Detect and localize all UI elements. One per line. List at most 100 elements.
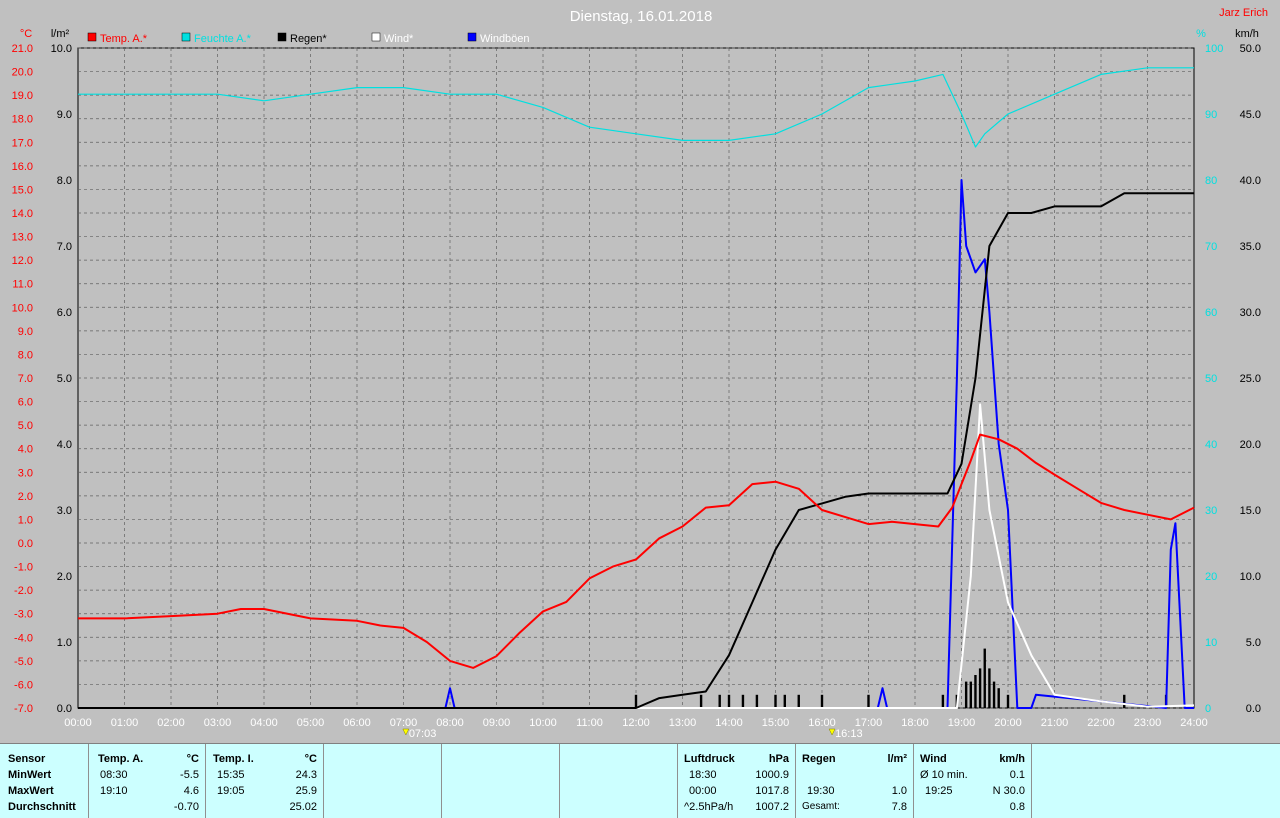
legend-swatch xyxy=(181,32,191,42)
temp-a-max-value: 4.6 xyxy=(183,785,199,797)
wind-tick-label: 10.0 xyxy=(1240,571,1261,583)
temp-i-max-value: 25.9 xyxy=(295,785,317,797)
pressure-trend-label: ^2.5hPa/h xyxy=(684,801,734,813)
humidity-tick-label: 50 xyxy=(1205,373,1217,385)
wind-tick-label: 45.0 xyxy=(1240,109,1261,121)
temp-tick-label: 19.0 xyxy=(12,90,33,102)
unit-pressure: hPa xyxy=(768,753,789,765)
header-temp-a: Temp. A. xyxy=(98,753,144,765)
time-tick-label: 16:00 xyxy=(808,717,836,729)
time-tick-label: 12:00 xyxy=(622,717,650,729)
temp-tick-label: 11.0 xyxy=(12,279,33,291)
pressure-max-time: 00:00 xyxy=(689,785,717,797)
unit-wind: km/h xyxy=(999,753,1025,765)
col-temp-i: Temp. I. °C 15:35 24.3 19:05 25.9 25.02 xyxy=(206,744,324,818)
pressure-min-value: 1000.9 xyxy=(755,769,789,781)
rain-bar xyxy=(1123,694,1126,708)
temp-tick-label: -1.0 xyxy=(14,562,33,574)
row-label-max: MaxWert xyxy=(8,785,54,797)
time-tick-label: 03:00 xyxy=(204,717,232,729)
time-tick-label: 05:00 xyxy=(297,717,325,729)
temp-tick-label: 10.0 xyxy=(12,302,33,314)
rain-bar xyxy=(783,694,786,708)
author-label: Jarz Erich xyxy=(1219,7,1268,19)
rain-bar xyxy=(974,675,977,708)
temp-i-max-time: 19:05 xyxy=(217,785,245,797)
rain-total-label: Gesamt: xyxy=(802,801,840,812)
time-tick-label: 01:00 xyxy=(111,717,139,729)
temp-tick-label: -6.0 xyxy=(14,679,33,691)
rain-total-value: 7.8 xyxy=(891,801,907,813)
empty-column-3 xyxy=(560,744,678,818)
rain-bar xyxy=(867,694,870,708)
humidity-tick-label: 10 xyxy=(1205,637,1217,649)
time-tick-label: 20:00 xyxy=(994,717,1022,729)
rain-bar xyxy=(964,681,968,708)
left-unit-rain: l/m² xyxy=(51,28,70,40)
rain-bar xyxy=(1006,694,1010,708)
temp-tick-label: 7.0 xyxy=(18,373,33,385)
time-tick-label: 19:00 xyxy=(948,717,976,729)
rain-tick-label: 6.0 xyxy=(57,307,72,319)
wind-tick-label: 5.0 xyxy=(1246,637,1261,649)
rain-max-value: 1.0 xyxy=(891,785,907,797)
temp-tick-label: -3.0 xyxy=(14,609,33,621)
legend-label: Wind* xyxy=(384,33,414,45)
rain-tick-label: 8.0 xyxy=(57,175,72,187)
temp-tick-label: 9.0 xyxy=(18,326,33,338)
empty-column-2 xyxy=(442,744,560,818)
time-tick-label: 22:00 xyxy=(1087,717,1115,729)
chart-title: Dienstag, 16.01.2018 xyxy=(570,8,713,25)
time-tick-label: 09:00 xyxy=(483,717,511,729)
header-wind: Wind xyxy=(920,753,947,765)
wind-avg-value: 0.1 xyxy=(1009,769,1025,781)
wind-tick-label: 15.0 xyxy=(1240,505,1261,517)
rain-bar xyxy=(634,694,638,708)
right-unit-wind: km/h xyxy=(1235,28,1259,40)
unit-temp-a: °C xyxy=(186,753,199,765)
rain-bar xyxy=(820,694,824,708)
time-tick-label: 24:00 xyxy=(1180,717,1208,729)
col-wind: Wind km/h Ø 10 min. 0.1 19:25 N 30.0 0.8 xyxy=(914,744,1032,818)
time-tick-label: 02:00 xyxy=(157,717,185,729)
rain-tick-label: 1.0 xyxy=(57,637,72,649)
legend-swatch xyxy=(371,32,381,42)
legend-label: Feuchte A.* xyxy=(194,33,252,45)
rain-bar xyxy=(774,694,777,708)
temp-i-min-time: 15:35 xyxy=(217,769,245,781)
humidity-tick-label: 80 xyxy=(1205,175,1217,187)
temp-tick-label: 1.0 xyxy=(18,514,33,526)
rain-bar xyxy=(727,694,731,708)
wind-tick-label: 20.0 xyxy=(1240,439,1261,451)
humidity-tick-label: 90 xyxy=(1205,109,1217,121)
rain-tick-label: 7.0 xyxy=(57,241,72,253)
time-tick-label: 15:00 xyxy=(762,717,790,729)
wind-max-time: 19:25 xyxy=(925,785,953,797)
rain-tick-label: 4.0 xyxy=(57,439,72,451)
sunset-label: 16:13 xyxy=(835,728,863,740)
unit-rain: l/m² xyxy=(887,753,907,765)
temp-tick-label: 0.0 xyxy=(18,538,33,550)
humidity-tick-label: 70 xyxy=(1205,241,1217,253)
time-tick-label: 11:00 xyxy=(576,717,603,729)
temp-tick-label: 2.0 xyxy=(18,491,33,503)
time-tick-label: 08:00 xyxy=(436,717,464,729)
legend-label: Windböen xyxy=(480,33,530,45)
time-tick-label: 13:00 xyxy=(669,717,697,729)
humidity-tick-label: 0 xyxy=(1205,703,1211,715)
temp-tick-label: 18.0 xyxy=(12,114,33,126)
weather-chart: 21.0 20.0 19.0 18.0 17.0 16.0 15.0 14.0 13.0 12.0… xyxy=(12,7,1268,740)
humidity-tick-label: 20 xyxy=(1205,571,1217,583)
wind-tick-label: 25.0 xyxy=(1240,373,1261,385)
temp-a-min-time: 08:30 xyxy=(100,769,128,781)
legend-swatch xyxy=(87,32,97,42)
temp-tick-label: 21.0 xyxy=(12,43,33,55)
time-tick-label: 23:00 xyxy=(1134,717,1162,729)
row-label-min: MinWert xyxy=(8,769,52,781)
time-tick-label: 00:00 xyxy=(64,717,92,729)
rain-bar xyxy=(699,694,703,708)
rain-bar xyxy=(941,694,945,708)
temp-tick-label: 3.0 xyxy=(18,467,33,479)
temp-tick-label: 8.0 xyxy=(18,349,33,361)
temp-tick-label: 4.0 xyxy=(18,444,33,456)
